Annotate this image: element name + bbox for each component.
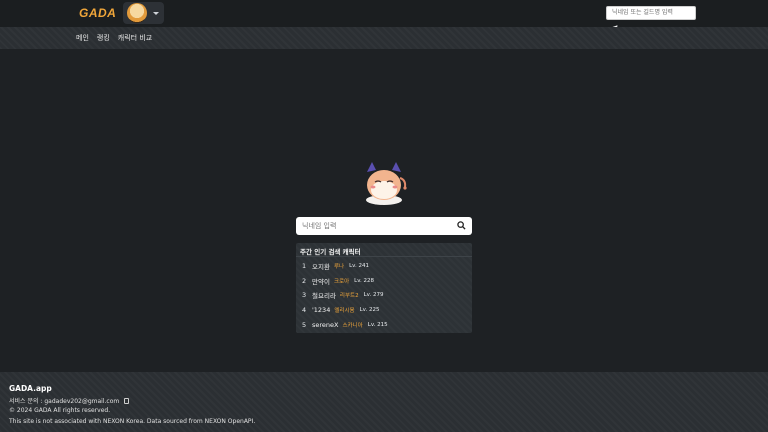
character-world: 스카니아 — [342, 322, 363, 329]
character-level: Lv. 228 — [354, 277, 375, 284]
list-item[interactable]: 1 오지환 루나 Lv. 241 — [296, 259, 472, 274]
character-world: 리부트2 — [339, 293, 359, 300]
nav-item-compare[interactable]: 캐릭터 비교 — [118, 33, 152, 43]
site-logo[interactable]: GADA — [79, 6, 116, 20]
character-name: sereneX — [312, 320, 339, 329]
character-world: 엘리시움 — [334, 308, 355, 315]
list-item[interactable]: 2 만약이 크로아 Lv. 228 — [296, 274, 472, 289]
character-world: 크로아 — [333, 278, 350, 285]
character-name: 철요리라 — [312, 292, 336, 301]
popular-characters-panel: 주간 인기 검색 캐릭터 1 오지환 루나 Lv. 241 2 만약이 크로아 … — [296, 243, 472, 333]
main-search-input[interactable] — [296, 222, 446, 230]
character-name: 만약이 — [312, 277, 330, 286]
character-name: '1234 — [312, 306, 331, 315]
mascot-image — [366, 162, 407, 205]
rank-number: 5 — [302, 320, 307, 329]
contact-label: 서비스 문의 : — [9, 398, 43, 405]
character-level: Lv. 241 — [349, 263, 369, 270]
character-level: Lv. 279 — [363, 292, 384, 299]
profile-dropdown-button[interactable] — [123, 2, 164, 24]
nav-links: 메인 랭킹 캐릭터 비교 — [76, 33, 152, 43]
search-icon[interactable] — [457, 221, 466, 230]
rank-number: 3 — [302, 291, 307, 300]
rank-number: 4 — [302, 306, 307, 315]
chevron-down-icon — [153, 11, 159, 15]
popular-title: 주간 인기 검색 캐릭터 — [296, 243, 472, 257]
character-level: Lv. 225 — [359, 307, 380, 314]
character-name: 오지환 — [312, 263, 330, 272]
rank-number: 2 — [302, 276, 307, 285]
list-item[interactable]: 3 철요리라 리부트2 Lv. 279 — [296, 288, 472, 303]
character-level: Lv. 215 — [367, 321, 388, 328]
nav-item-main[interactable]: 메인 — [76, 33, 89, 43]
footer-contact: 서비스 문의 : gadadev202@gmail.com — [9, 396, 130, 405]
footer-brand: GADA.app — [9, 384, 52, 393]
list-item[interactable]: 5 sereneX 스카니아 Lv. 215 — [296, 317, 472, 332]
main-search-box[interactable] — [296, 217, 472, 235]
contact-email[interactable]: gadadev202@gmail.com — [44, 398, 119, 405]
copy-icon[interactable] — [124, 398, 130, 404]
list-item[interactable]: 4 '1234 엘리시움 Lv. 225 — [296, 303, 472, 318]
avatar — [127, 3, 147, 23]
character-world: 루나 — [333, 264, 345, 271]
rank-number: 1 — [302, 262, 307, 271]
footer-copyright: © 2024 GADA All rights reserved. — [9, 407, 111, 414]
footer-disclaimer: This site is not associated with NEXON K… — [9, 418, 256, 425]
nav-item-ranking[interactable]: 랭킹 — [97, 33, 110, 43]
header-search-input[interactable]: 닉네임 또는 길드명 입력 — [606, 6, 696, 20]
